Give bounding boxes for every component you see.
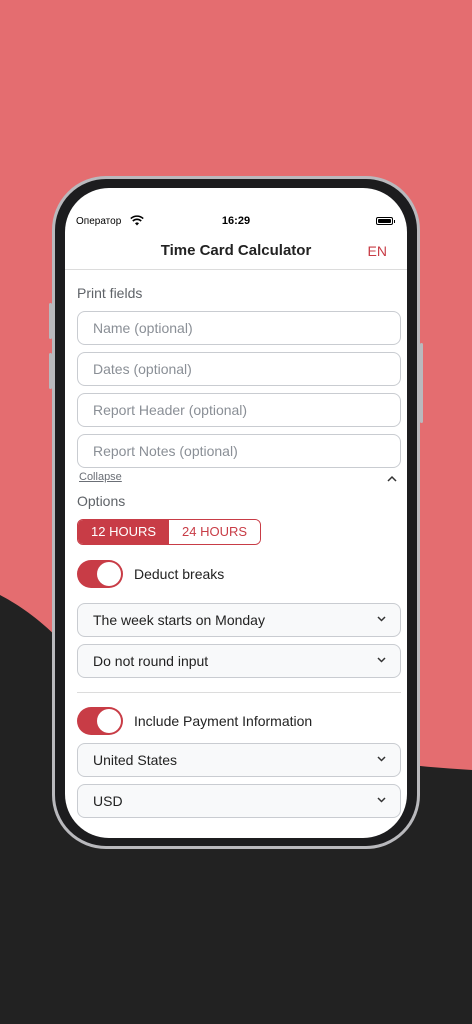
- deduct-breaks-switch[interactable]: [77, 560, 123, 588]
- rounding-select[interactable]: Do not round input: [77, 644, 401, 678]
- 12-hours-button[interactable]: 12 HOURS: [78, 520, 170, 544]
- chevron-down-icon: [377, 616, 386, 622]
- chevron-down-icon: [377, 657, 386, 663]
- payment-info-label: Include Payment Information: [134, 713, 313, 729]
- country-value: United States: [93, 752, 178, 768]
- status-bar: Оператор 16:29: [65, 188, 407, 230]
- chevron-down-icon: [377, 797, 386, 803]
- name-input[interactable]: [77, 311, 401, 345]
- payment-info-row: Include Payment Information: [77, 707, 312, 735]
- chevron-up-icon[interactable]: [387, 475, 397, 482]
- deduct-breaks-label: Deduct breaks: [134, 566, 225, 582]
- phone-power-button: [420, 343, 423, 423]
- payment-info-switch[interactable]: [77, 707, 123, 735]
- currency-value: USD: [93, 793, 123, 809]
- deduct-breaks-row: Deduct breaks: [77, 560, 224, 588]
- phone-side-button: [49, 303, 52, 339]
- section-divider: [77, 692, 401, 693]
- page-title: Time Card Calculator: [160, 242, 312, 259]
- rounding-value: Do not round input: [93, 653, 209, 669]
- clock: 16:29: [221, 215, 251, 227]
- currency-select[interactable]: USD: [77, 784, 401, 818]
- navigation-bar: Time Card Calculator EN: [65, 230, 407, 270]
- 24-hours-button[interactable]: 24 HOURS: [169, 520, 261, 544]
- battery-icon: [376, 217, 395, 225]
- collapse-link[interactable]: Collapse: [79, 471, 122, 483]
- language-button[interactable]: EN: [368, 243, 387, 259]
- week-start-value: The week starts on Monday: [93, 612, 265, 628]
- app-screen: Оператор 16:29 Time Card Calculator EN P…: [65, 188, 407, 838]
- phone-frame: Оператор 16:29 Time Card Calculator EN P…: [49, 176, 423, 849]
- week-start-select[interactable]: The week starts on Monday: [77, 603, 401, 637]
- country-select[interactable]: United States: [77, 743, 401, 777]
- options-title: Options: [77, 493, 126, 509]
- report-header-input[interactable]: [77, 393, 401, 427]
- hours-format-toggle: 12 HOURS 24 HOURS: [77, 519, 262, 545]
- report-notes-input[interactable]: [77, 434, 401, 468]
- dates-input[interactable]: [77, 352, 401, 386]
- chevron-down-icon: [377, 756, 386, 762]
- phone-side-button: [49, 353, 52, 389]
- print-fields-title: Print fields: [77, 285, 143, 301]
